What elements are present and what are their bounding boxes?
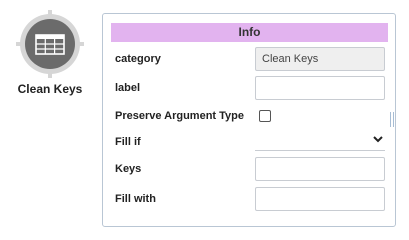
keys-input[interactable] <box>255 157 385 181</box>
fill-with-input[interactable] <box>255 187 385 211</box>
keys-label: Keys <box>115 163 142 175</box>
fill-if-row: Fill if <box>115 130 387 154</box>
category-label: category <box>115 53 161 65</box>
table-grid-icon <box>16 10 84 78</box>
clean-keys-node[interactable]: Clean Keys <box>14 10 86 96</box>
node-circle[interactable] <box>16 10 84 78</box>
chevron-down-icon <box>373 136 383 143</box>
label-input[interactable] <box>255 76 385 100</box>
label-label: label <box>115 82 141 94</box>
panel-resize-handle[interactable] <box>390 112 394 127</box>
preserve-argument-type-checkbox[interactable] <box>259 110 271 122</box>
fill-with-row: Fill with <box>115 187 387 211</box>
category-row: category Clean Keys <box>115 47 387 71</box>
fill-with-label: Fill with <box>115 193 156 205</box>
category-field: Clean Keys <box>255 47 385 71</box>
info-panel: Info category Clean Keys label Preserve … <box>102 13 396 227</box>
fill-if-select[interactable] <box>255 131 385 151</box>
preserve-argument-type-row: Preserve Argument Type <box>115 104 387 128</box>
fill-if-label: Fill if <box>115 136 141 148</box>
label-row: label <box>115 76 387 100</box>
panel-title: Info <box>111 23 388 42</box>
node-label: Clean Keys <box>17 82 83 96</box>
keys-row: Keys <box>115 157 387 181</box>
preserve-argument-type-label: Preserve Argument Type <box>115 110 244 122</box>
